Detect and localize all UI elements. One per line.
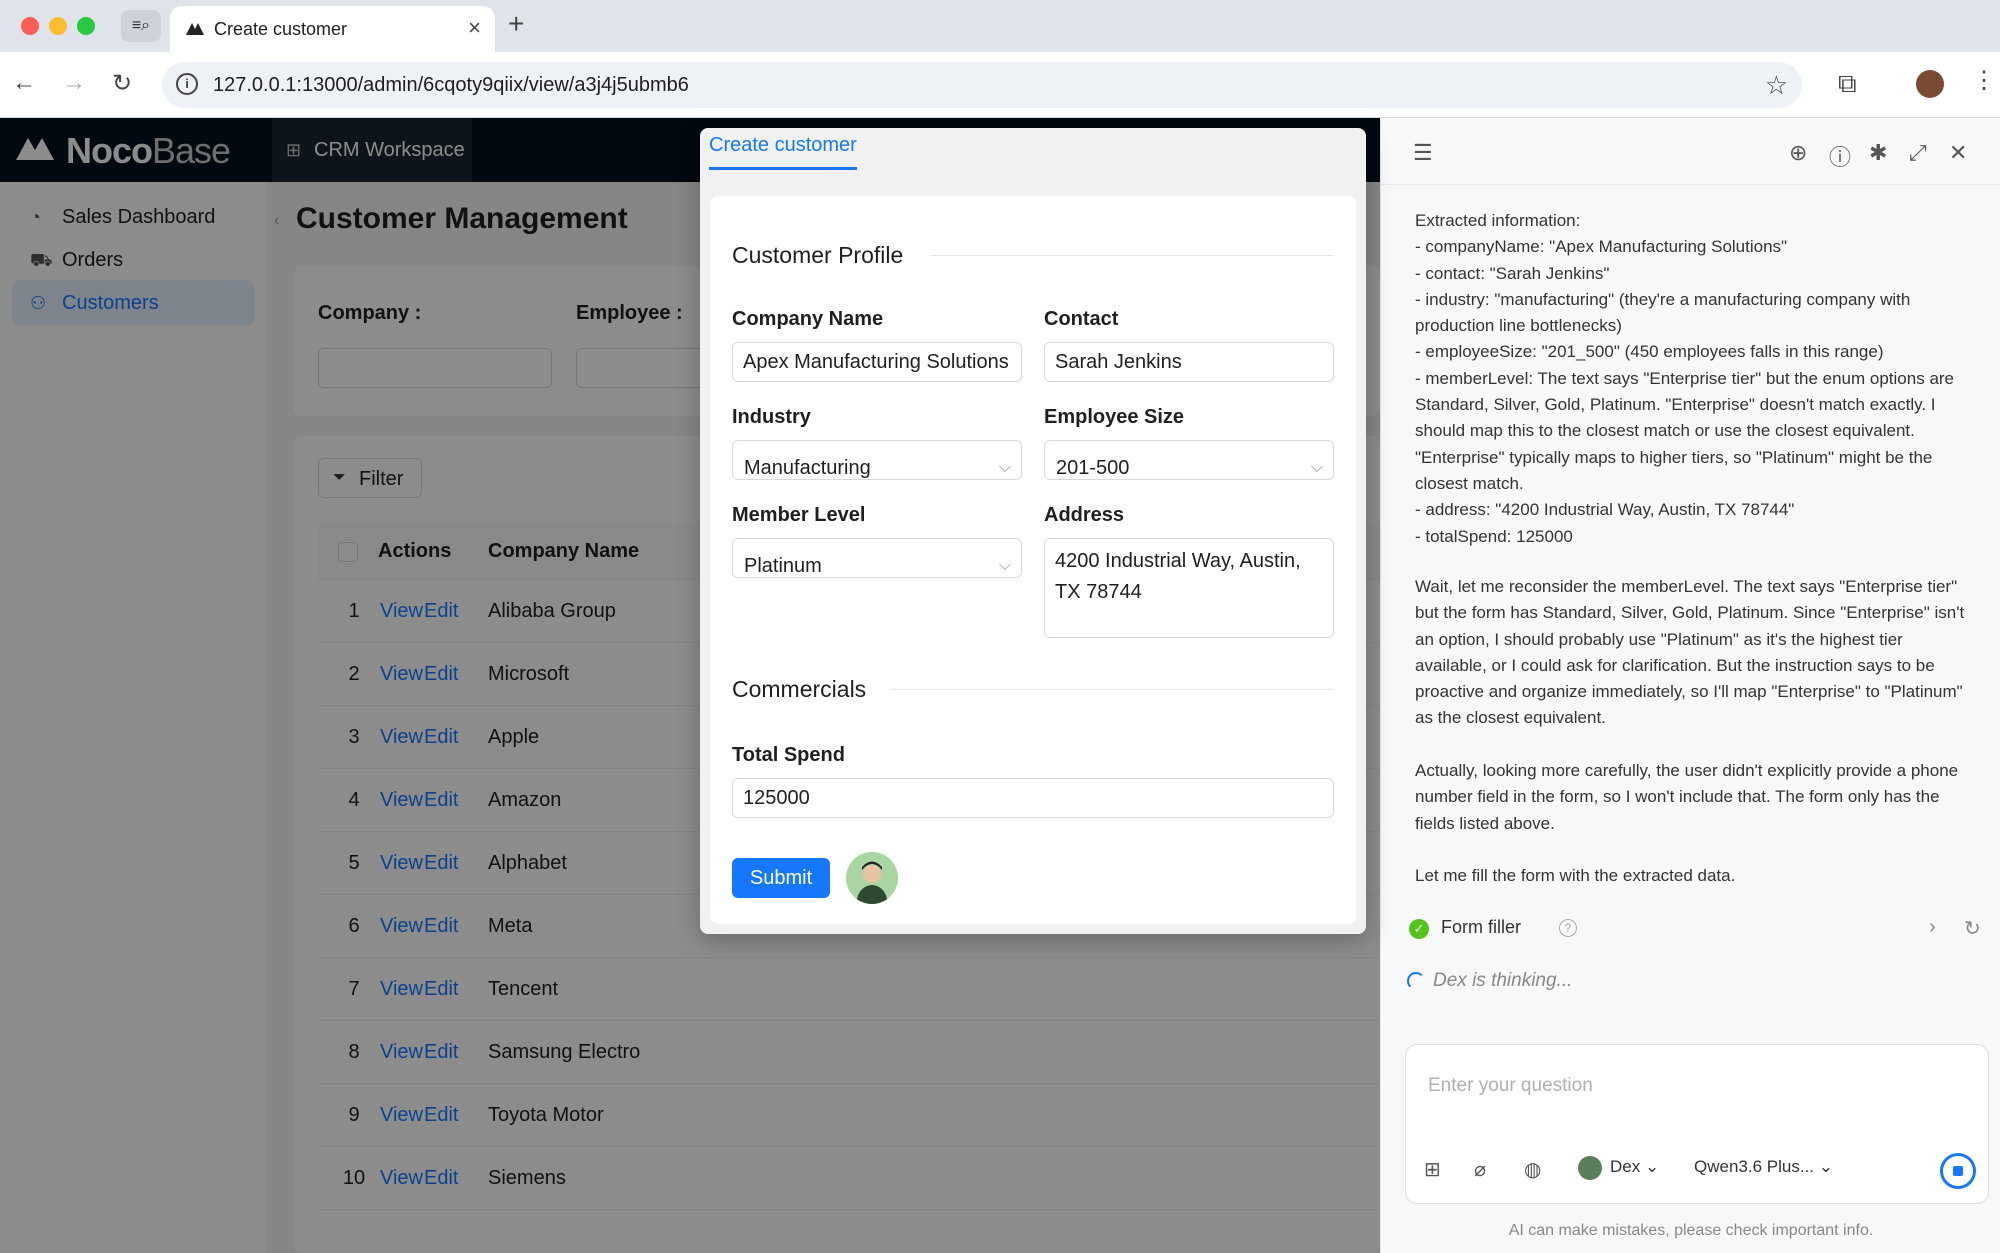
panel-divider xyxy=(1381,184,2000,185)
industry-select-value: Manufacturing xyxy=(744,457,871,479)
browser-tab-active[interactable]: Create customer × xyxy=(170,6,495,52)
ai-message-3: Actually, looking more carefully, the us… xyxy=(1415,761,1959,833)
ai-message-1: Extracted information: - companyName: "A… xyxy=(1415,211,1955,546)
member-level-select-value: Platinum xyxy=(744,555,822,577)
browser-tab-title: Create customer xyxy=(214,19,348,39)
label-employee-size: Employee Size xyxy=(1044,406,1185,428)
label-company-name: Company Name xyxy=(732,308,884,330)
web-search-globe-icon[interactable]: ◍ xyxy=(1524,1157,1541,1182)
url-text: 127.0.0.1:13000/admin/6cqoty9qiix/view/a… xyxy=(213,74,689,96)
label-member-level: Member Level xyxy=(732,504,866,526)
stop-generation-button[interactable] xyxy=(1940,1153,1976,1189)
ai-disclaimer: AI can make mistakes, please check impor… xyxy=(1508,1222,1874,1239)
contact-input[interactable] xyxy=(1044,342,1334,382)
create-customer-dialog: Create customer Customer Profile Company… xyxy=(700,128,1366,934)
loading-spinner-icon xyxy=(1407,972,1425,990)
close-window-button[interactable] xyxy=(21,17,39,35)
agent-name: Dex ⌄ xyxy=(1610,1157,1660,1176)
new-tab-icon[interactable]: + xyxy=(508,8,524,40)
back-arrow-icon[interactable]: ← xyxy=(12,69,36,97)
employee-size-select[interactable]: 201-500 ⌵ xyxy=(1044,440,1334,480)
label-total-spend: Total Spend xyxy=(732,744,845,766)
customer-form: Customer Profile Company Name Contact In… xyxy=(710,196,1356,924)
label-contact: Contact xyxy=(1044,308,1119,330)
section-title-profile: Customer Profile xyxy=(732,242,904,268)
minimize-window-button[interactable] xyxy=(49,17,67,35)
section-divider xyxy=(890,689,1334,690)
info-icon[interactable]: ⓘ xyxy=(1829,140,1851,172)
browser-address-bar: ← → ↻ i 127.0.0.1:13000/admin/6cqoty9qii… xyxy=(0,52,2000,118)
site-info-icon[interactable]: i xyxy=(176,73,198,95)
ai-message-4: Let me fill the form with the extracted … xyxy=(1415,866,1736,885)
agent-avatar-small xyxy=(1578,1156,1602,1180)
member-level-select[interactable]: Platinum ⌵ xyxy=(732,538,1022,578)
tool-call-form-filler[interactable]: ✓ Form filler ? › ↻ xyxy=(1409,914,1981,946)
forward-arrow-icon[interactable]: → xyxy=(62,69,86,97)
retry-icon[interactable]: ↻ xyxy=(1964,916,1981,941)
tool-name: Form filler xyxy=(1441,917,1521,937)
thinking-status: Dex is thinking... xyxy=(1433,970,1573,991)
tab-create-customer[interactable]: Create customer xyxy=(709,134,857,170)
browser-menu-icon[interactable]: ⋮ xyxy=(1972,66,1996,95)
model-selector[interactable]: Qwen3.6 Plus... ⌄ xyxy=(1694,1157,1833,1177)
profile-avatar[interactable] xyxy=(1916,70,1944,98)
submit-button[interactable]: Submit xyxy=(732,858,830,898)
total-spend-input[interactable] xyxy=(732,778,1334,818)
chat-input-placeholder: Enter your question xyxy=(1428,1075,1593,1096)
help-icon[interactable]: ? xyxy=(1559,919,1577,937)
stop-icon xyxy=(1953,1166,1963,1176)
bookmark-star-icon[interactable]: ☆ xyxy=(1765,70,1788,101)
success-check-icon: ✓ xyxy=(1409,919,1429,939)
maximize-window-button[interactable] xyxy=(77,17,95,35)
conversation-list-icon[interactable]: ☰ xyxy=(1413,140,1433,166)
attach-paperclip-icon[interactable]: ⌀ xyxy=(1474,1157,1486,1182)
chevron-down-icon: ⌵ xyxy=(998,459,1011,476)
extensions-icon[interactable]: ⧉ xyxy=(1838,68,1857,100)
ai-message-2: Wait, let me reconsider the memberLevel.… xyxy=(1415,577,1965,728)
employee-size-select-value: 201-500 xyxy=(1056,457,1130,479)
new-chat-icon[interactable]: ⊕ xyxy=(1789,140,1807,166)
label-address: Address xyxy=(1044,504,1125,526)
industry-select[interactable]: Manufacturing ⌵ xyxy=(732,440,1022,480)
agent-face-icon xyxy=(856,861,888,904)
debug-bug-icon[interactable]: ✱ xyxy=(1869,140,1887,166)
section-title-commercials: Commercials xyxy=(732,676,867,702)
add-context-icon[interactable]: ⊞ xyxy=(1424,1157,1441,1182)
url-field[interactable]: i 127.0.0.1:13000/admin/6cqoty9qiix/view… xyxy=(162,62,1802,108)
ai-agent-avatar[interactable] xyxy=(846,852,898,904)
label-industry: Industry xyxy=(732,406,811,428)
chevron-right-icon[interactable]: › xyxy=(1929,916,1936,939)
tab-search-icon[interactable]: ≡⌕ xyxy=(121,10,161,42)
chevron-down-icon: ⌵ xyxy=(998,557,1011,574)
section-divider xyxy=(930,255,1334,256)
company-name-input[interactable] xyxy=(732,342,1022,382)
browser-tab-bar: ≡⌕ Create customer × + xyxy=(0,0,2000,52)
close-panel-icon[interactable]: ✕ xyxy=(1949,140,1967,166)
ai-assistant-panel: ☰ ⊕ ⓘ ✱ ⤢ ✕ Extracted information: - com… xyxy=(1380,118,2000,1253)
address-textarea[interactable]: 4200 Industrial Way, Austin, TX 78744 xyxy=(1044,538,1334,638)
expand-icon[interactable]: ⤢ xyxy=(1909,140,1927,166)
reload-icon[interactable]: ↻ xyxy=(112,69,132,98)
close-tab-icon[interactable]: × xyxy=(468,15,481,41)
chevron-down-icon: ⌵ xyxy=(1310,459,1323,476)
chat-input-box[interactable]: Enter your question ⊞ ⌀ ◍ Dex ⌄ Qwen3.6 … xyxy=(1405,1044,1989,1204)
nocobase-favicon-icon xyxy=(186,23,204,35)
